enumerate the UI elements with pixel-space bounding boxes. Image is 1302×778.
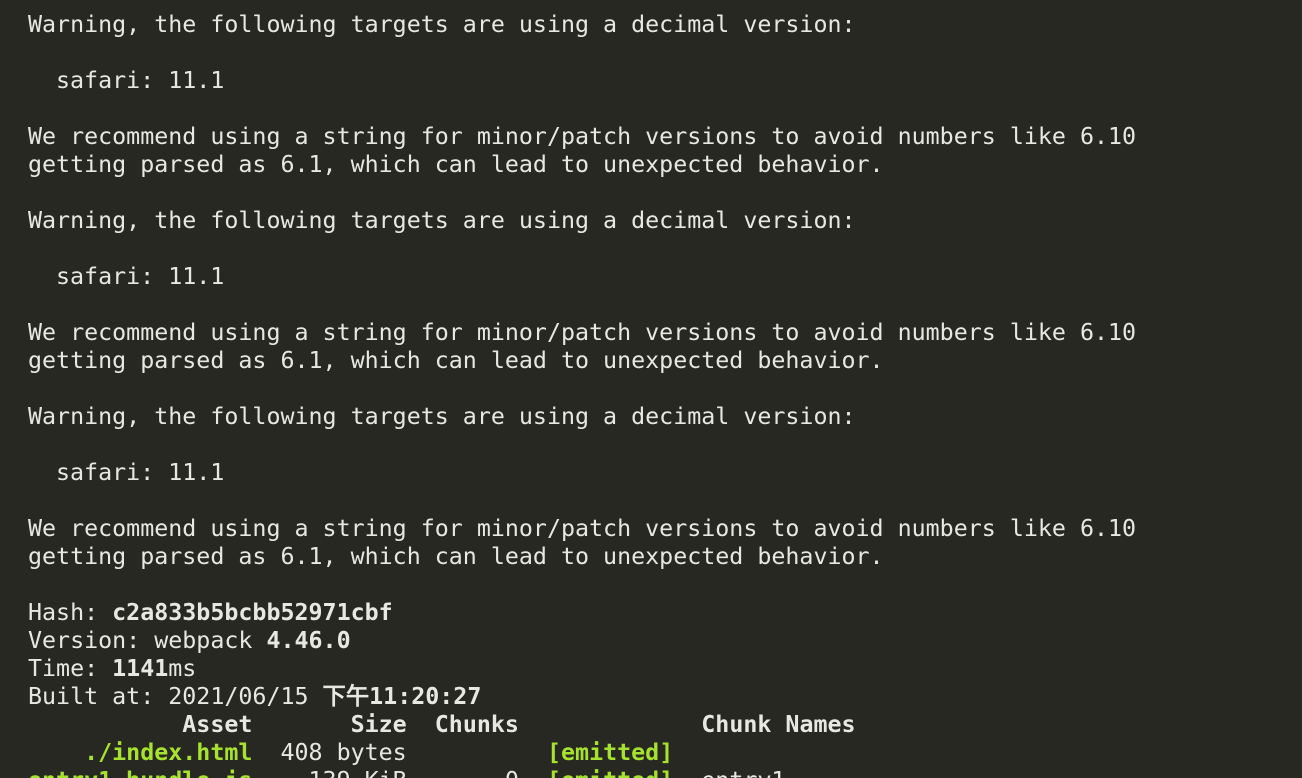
build-version-line: Version: webpack 4.46.0 [28,627,1302,655]
warning-header: Warning, the following targets are using… [28,11,856,38]
asset-size: 408 bytes [252,739,407,766]
build-version-label: Version: webpack [28,627,267,654]
asset-name: ./index.html [28,739,253,766]
build-built-at-label: Built at: 2021/06/15 [28,683,323,710]
warning-recommendation-line2: getting parsed as 6.1, which can lead to… [28,151,884,178]
asset-name: entry1.bundle.js [28,767,252,778]
build-time-label: Time: [28,655,113,682]
warning-target: safari: 11.1 [56,459,225,486]
asset-size: 139 KiB [252,767,407,778]
asset-status: [emitted] [519,767,673,778]
warning-recommendation-line1: We recommend using a string for minor/pa… [28,123,1137,150]
warning-recommendation-line2: getting parsed as 6.1, which can lead to… [28,543,884,570]
build-time-unit: ms [168,655,197,682]
table-row: ./index.html 408 bytes [emitted] [28,739,1302,767]
warning-recommendation-line1: We recommend using a string for minor/pa… [28,319,1137,346]
warning-header: Warning, the following targets are using… [28,207,856,234]
chunk-names-column-header: Chunk Names [701,711,856,738]
build-time-value: 1141 [112,655,169,682]
asset-status: [emitted] [518,739,674,766]
warning-header: Warning, the following targets are using… [28,403,856,430]
asset-table-header: Asset Size Chunks Chunk Names [28,711,1302,739]
chunks-column-header: Chunks [406,711,519,738]
status-column-header [519,711,701,738]
build-version-value: 4.46.0 [266,627,351,654]
build-hash-value: c2a833b5bcbb52971cbf [112,599,393,626]
build-built-at-value: 下午11:20:27 [322,683,482,710]
asset-chunks [407,739,519,766]
terminal-window[interactable]: Warning, the following targets are using… [0,0,1302,778]
warning-target: safari: 11.1 [56,67,225,94]
asset-column-header: Asset [28,711,253,738]
asset-chunk-names: entry1 [673,767,785,778]
warning-target: safari: 11.1 [56,263,225,290]
build-hash-label: Hash: [28,599,113,626]
build-built-at-line: Built at: 2021/06/15 下午11:20:27 [28,683,1302,711]
asset-chunks: 0 [407,767,519,778]
warning-recommendation-line2: getting parsed as 6.1, which can lead to… [28,347,884,374]
warning-recommendation-line1: We recommend using a string for minor/pa… [28,515,1137,542]
build-hash-line: Hash: c2a833b5bcbb52971cbf [28,599,1302,627]
size-column-header: Size [252,711,407,738]
table-row: entry1.bundle.js 139 KiB 0 [emitted] ent… [28,767,1302,778]
build-time-line: Time: 1141ms [28,655,1302,683]
